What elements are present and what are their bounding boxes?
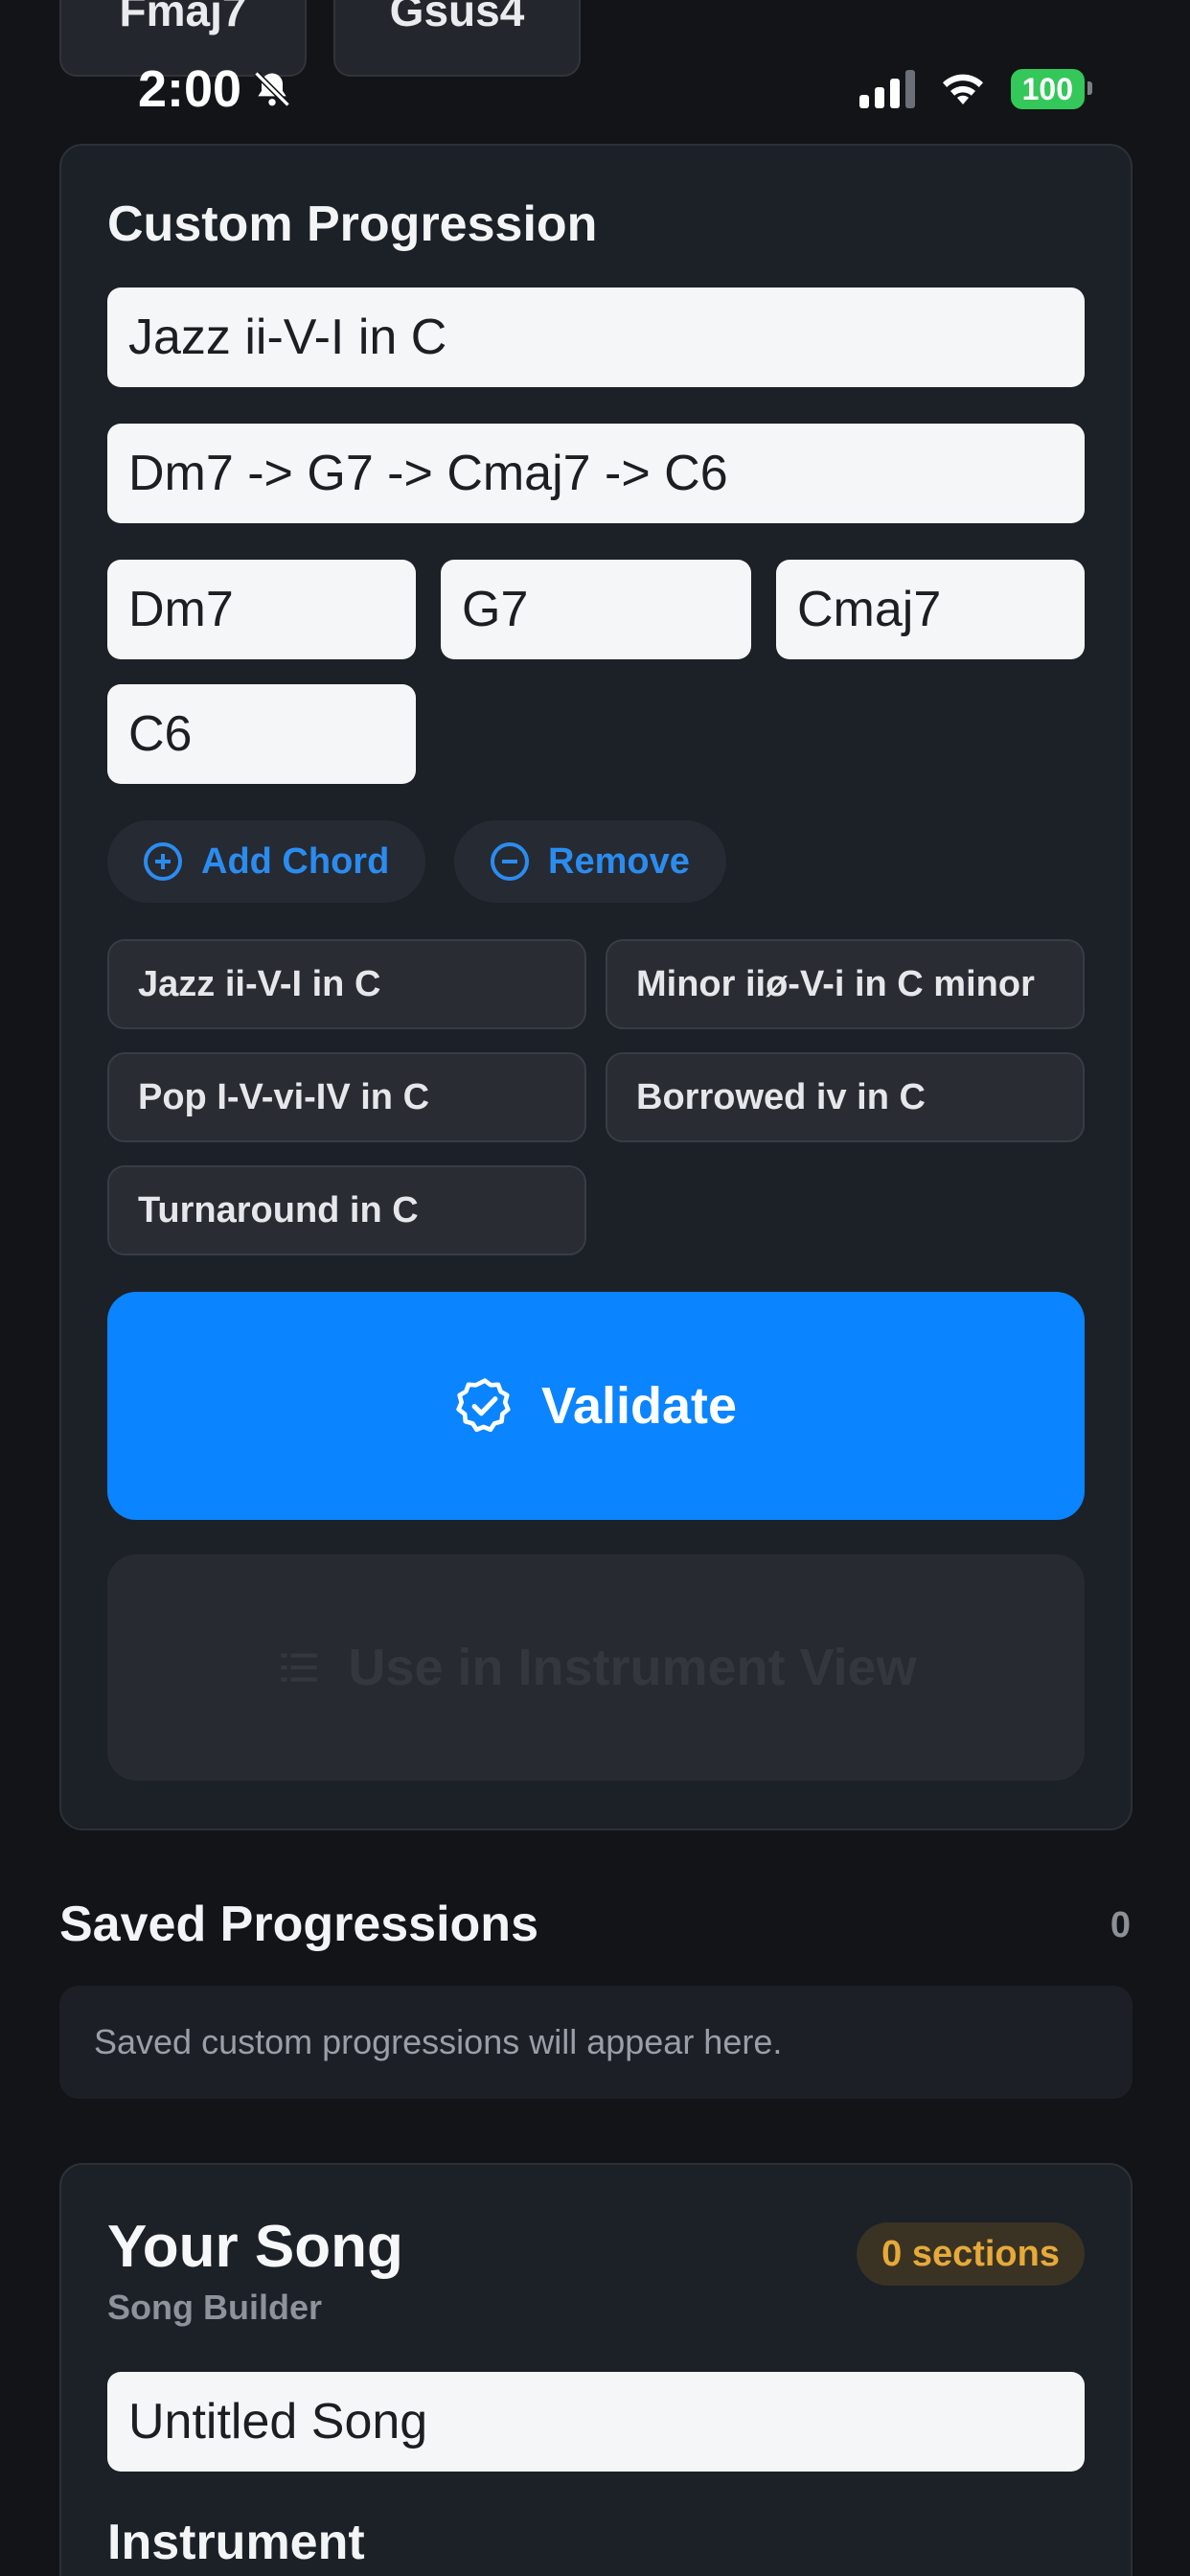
battery-level: 100 [1021, 72, 1073, 106]
list-icon [281, 1653, 318, 1682]
chord-field-4[interactable]: C6 [107, 684, 416, 784]
preset-label: Pop I-V-vi-IV in C [138, 1076, 430, 1117]
song-subtitle: Song Builder [107, 2288, 322, 2327]
preset-label: Turnaround in C [138, 1189, 419, 1230]
status-time: 2:00 [138, 59, 293, 119]
chord-field-3[interactable]: Cmaj7 [776, 560, 1085, 659]
saved-progressions-title: Saved Progressions [59, 1897, 538, 1952]
button-label: Validate [540, 1377, 738, 1435]
badge-text: 0 sections [881, 2233, 1060, 2274]
preset-turnaround[interactable]: Turnaround in C [107, 1165, 586, 1255]
remove-chord-button[interactable]: Remove [454, 820, 726, 903]
preset-borrowed-iv[interactable]: Borrowed iv in C [606, 1052, 1085, 1142]
battery-indicator: 100 [1010, 69, 1093, 109]
field-value: Jazz ii-V-I in C [128, 310, 447, 365]
chord-field-2[interactable]: G7 [441, 560, 751, 659]
song-builder-card: Your Song Song Builder 0 sections Untitl… [59, 2163, 1133, 2576]
card-title: Custom Progression [107, 196, 598, 252]
use-in-instrument-view-button[interactable]: Use in Instrument View [107, 1554, 1085, 1781]
field-value: Dm7 [128, 582, 234, 637]
progression-name-field[interactable]: Jazz ii-V-I in C [107, 288, 1085, 387]
preset-jazz-ii-v-i[interactable]: Jazz ii-V-I in C [107, 939, 586, 1029]
button-label: Use in Instrument View [348, 1639, 917, 1696]
checkmark-seal-icon [456, 1378, 511, 1433]
field-value: Cmaj7 [797, 582, 942, 637]
status-indicators: 100 [858, 69, 1093, 109]
clock: 2:00 [138, 60, 242, 118]
field-value: C6 [128, 706, 193, 762]
field-value: Dm7 -> G7 -> Cmaj7 -> C6 [128, 446, 728, 501]
preset-label: Minor iiø-V-i in C minor [636, 963, 1035, 1004]
progression-sequence-field[interactable]: Dm7 -> G7 -> Cmaj7 -> C6 [107, 424, 1085, 523]
preset-pop-i-v-vi-iv[interactable]: Pop I-V-vi-IV in C [107, 1052, 586, 1142]
chord-chip-label: Fmaj7 [119, 0, 247, 35]
chord-chip-gsus4[interactable]: Gsus4 [333, 0, 581, 77]
song-name-field[interactable]: Untitled Song [107, 2372, 1085, 2472]
instrument-label: Instrument [107, 2515, 365, 2570]
empty-state-text: Saved custom progressions will appear he… [94, 2022, 783, 2061]
preset-minor-ii-v-i[interactable]: Minor iiø-V-i in C minor [606, 939, 1085, 1029]
saved-progressions-count: 0 [1110, 1905, 1131, 1945]
validate-button[interactable]: Validate [107, 1292, 1085, 1520]
button-label: Add Chord [201, 840, 390, 882]
plus-circle-icon [144, 842, 182, 881]
button-label: Remove [548, 840, 690, 882]
add-chord-button[interactable]: Add Chord [107, 820, 426, 903]
preset-label: Jazz ii-V-I in C [138, 963, 381, 1004]
field-value: Untitled Song [128, 2394, 428, 2450]
wifi-icon [942, 74, 983, 104]
saved-progressions-empty-state: Saved custom progressions will appear he… [59, 1986, 1133, 2099]
chord-field-1[interactable]: Dm7 [107, 560, 416, 659]
screen: Fmaj7 Gsus4 2:00 100 Custom Progression … [0, 0, 1190, 2576]
sections-badge: 0 sections [857, 2222, 1085, 2286]
minus-circle-icon [491, 842, 529, 881]
custom-progression-card: Custom Progression Jazz ii-V-I in C Dm7 … [59, 144, 1133, 1830]
cellular-signal-icon [858, 70, 915, 108]
song-title: Your Song [107, 2214, 403, 2280]
chord-chip-label: Gsus4 [389, 0, 525, 35]
preset-label: Borrowed iv in C [636, 1076, 926, 1117]
field-value: G7 [462, 582, 529, 637]
bell-slash-icon [254, 71, 290, 107]
